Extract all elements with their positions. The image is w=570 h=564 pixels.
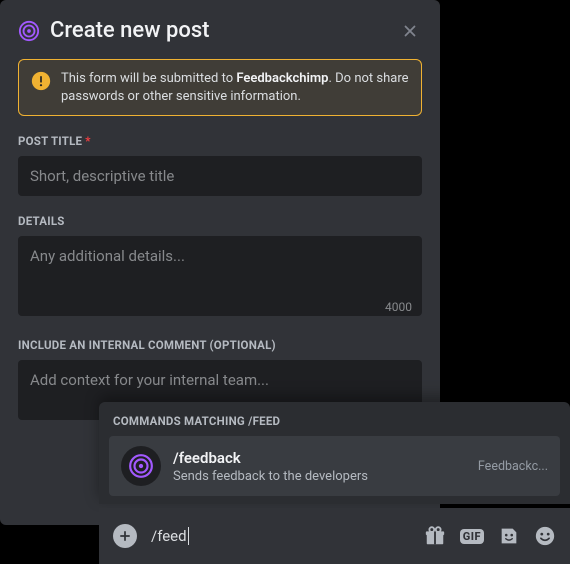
internal-comment-placeholder: Add context for your internal team... [30, 371, 269, 389]
form-warning: This form will be submitted to Feedbackc… [18, 59, 422, 116]
details-char-count: 4000 [385, 300, 412, 314]
app-target-icon [18, 20, 40, 42]
command-app-icon [121, 446, 161, 486]
command-desc: Sends feedback to the developers [173, 469, 466, 484]
details-textarea[interactable] [18, 236, 422, 316]
details-wrap: 4000 [18, 236, 422, 320]
smile-icon[interactable] [534, 525, 556, 547]
details-label: DETAILS [18, 214, 422, 228]
close-icon [401, 22, 419, 40]
command-name: /feedback [173, 449, 466, 467]
gif-icon[interactable]: GIF [460, 529, 484, 544]
warning-app: Feedbackchimp [236, 71, 328, 86]
warning-text: This form will be submitted to Feedbackc… [61, 70, 409, 105]
target-icon [128, 453, 154, 479]
required-asterisk: * [85, 134, 90, 148]
post-title-input[interactable] [18, 156, 422, 196]
modal-title: Create new post [50, 18, 209, 43]
chat-action-icons: GIF [424, 525, 556, 547]
attach-button[interactable] [113, 524, 137, 548]
internal-comment-label: INCLUDE AN INTERNAL COMMENT (OPTIONAL) [18, 338, 422, 352]
gift-icon[interactable] [424, 525, 446, 547]
warning-icon [31, 71, 51, 91]
warning-pre: This form will be submitted to [61, 71, 236, 86]
chat-input-bar: /feed GIF [99, 508, 570, 564]
command-text: /feedback Sends feedback to the develope… [173, 449, 466, 484]
plus-icon [118, 529, 132, 543]
close-button[interactable] [398, 19, 422, 43]
post-title-label: POST TITLE* [18, 134, 422, 148]
popup-header: COMMANDS MATCHING /FEED [113, 414, 556, 428]
post-title-label-text: POST TITLE [18, 134, 82, 148]
modal-header: Create new post [18, 18, 422, 43]
sticker-icon[interactable] [498, 525, 520, 547]
gif-badge: GIF [460, 529, 484, 544]
chat-input-text: /feed [151, 527, 187, 545]
text-cursor [188, 527, 189, 545]
command-app-name: Feedbackc... [478, 459, 548, 474]
command-item-feedback[interactable]: /feedback Sends feedback to the develope… [109, 436, 560, 496]
slash-command-popup: COMMANDS MATCHING /FEED /feedback Sends … [99, 402, 570, 504]
chat-input[interactable]: /feed [151, 527, 410, 545]
